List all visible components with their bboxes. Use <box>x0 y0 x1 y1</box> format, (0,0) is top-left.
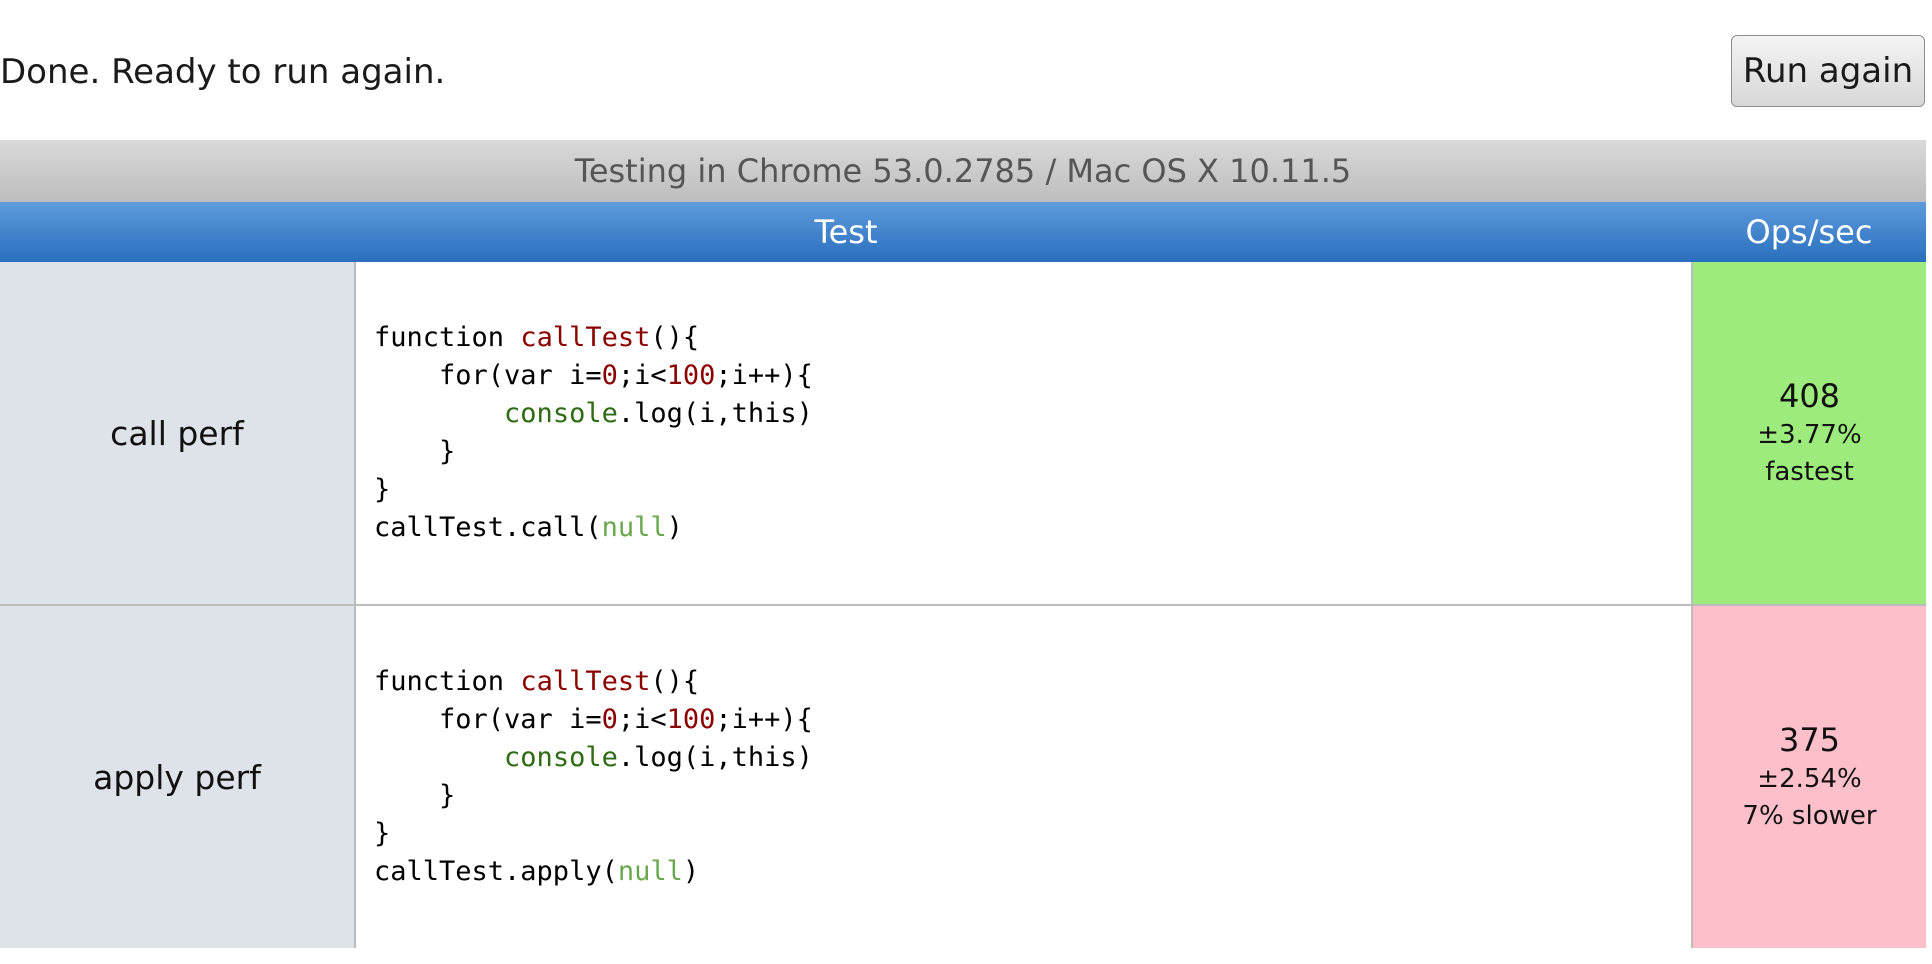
ops-result-cell: 408 ±3.77% fastest <box>1692 262 1926 605</box>
test-row-apply-perf: apply perf function callTest(){ for(var … <box>0 604 1926 948</box>
test-code: function callTest(){ for(var i=0;i<100;i… <box>374 666 813 887</box>
test-code: function callTest(){ for(var i=0;i<100;i… <box>374 322 813 543</box>
test-name: apply perf <box>0 604 356 948</box>
ops-comparison: fastest <box>1765 457 1854 487</box>
test-code-cell: function callTest(){ for(var i=0;i<100;i… <box>355 604 1693 948</box>
test-column-header: Test <box>814 213 878 251</box>
environment-row: Testing in Chrome 53.0.2785 / Mac OS X 1… <box>0 140 1926 202</box>
ops-margin-of-error: ±2.54% <box>1757 764 1862 794</box>
environment-label: Testing in Chrome 53.0.2785 / Mac OS X 1… <box>574 152 1352 190</box>
ops-margin-of-error: ±3.77% <box>1757 420 1862 450</box>
run-again-button[interactable]: Run again <box>1731 35 1925 107</box>
ops-result-cell: 375 ±2.54% 7% slower <box>1692 604 1926 948</box>
ops-value: 408 <box>1778 377 1841 415</box>
results-table: Testing in Chrome 53.0.2785 / Mac OS X 1… <box>0 140 1926 948</box>
ops-comparison: 7% slower <box>1742 801 1877 831</box>
table-header-row: Test Ops/sec <box>0 202 1926 262</box>
status-message: Done. Ready to run again. <box>0 52 446 92</box>
test-row-call-perf: call perf function callTest(){ for(var i… <box>0 262 1926 605</box>
ops-column-header: Ops/sec <box>1745 213 1873 251</box>
test-code-cell: function callTest(){ for(var i=0;i<100;i… <box>355 262 1693 605</box>
test-name: call perf <box>0 262 356 605</box>
ops-value: 375 <box>1778 721 1841 759</box>
